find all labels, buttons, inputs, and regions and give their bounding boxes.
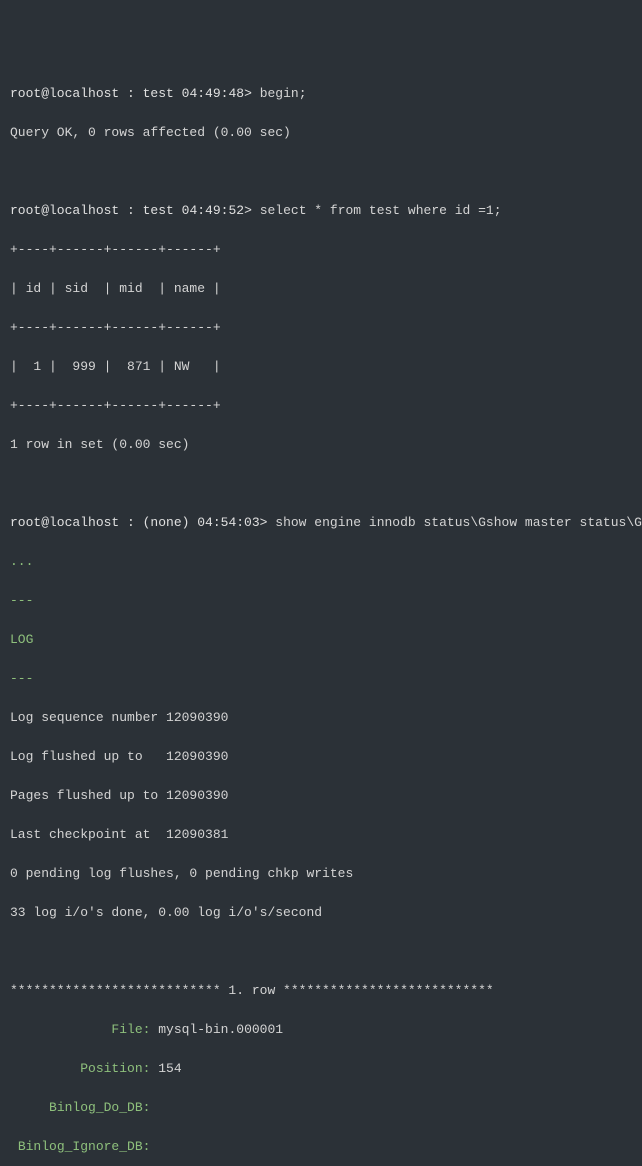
prompt: root@localhost : test 04:49:52> (10, 203, 260, 218)
log-io: 33 log i/o's done, 0.00 log i/o's/second (10, 903, 632, 923)
log-header: LOG (10, 630, 632, 650)
table-border: +----+------+------+------+ (10, 240, 632, 260)
field-label: File: (10, 1022, 150, 1037)
table-border: +----+------+------+------+ (10, 318, 632, 338)
terminal-line-status: root@localhost : (none) 04:54:03> show e… (10, 513, 632, 533)
log-dashes: --- (10, 669, 632, 689)
query-response: Query OK, 0 rows affected (0.00 sec) (10, 123, 632, 143)
log-flushed: Log flushed up to 12090390 (10, 747, 632, 767)
prompt: root@localhost : (none) 04:54:03> (10, 515, 275, 530)
master-file: File: mysql-bin.000001 (10, 1020, 632, 1040)
master-binlog-do: Binlog_Do_DB: (10, 1098, 632, 1118)
log-ellipsis: ... (10, 552, 632, 572)
field-value: 154 (158, 1061, 181, 1076)
table-header: | id | sid | mid | name | (10, 279, 632, 299)
field-value: mysql-bin.000001 (158, 1022, 283, 1037)
log-checkpoint: Last checkpoint at 12090381 (10, 825, 632, 845)
row-separator: *************************** 1. row *****… (10, 981, 632, 1001)
result-footer: 1 row in set (0.00 sec) (10, 435, 632, 455)
master-position: Position: 154 (10, 1059, 632, 1079)
log-dashes: --- (10, 591, 632, 611)
log-sequence: Log sequence number 12090390 (10, 708, 632, 728)
terminal-line-select: root@localhost : test 04:49:52> select *… (10, 201, 632, 221)
sql-command: begin; (260, 86, 307, 101)
log-pages: Pages flushed up to 12090390 (10, 786, 632, 806)
prompt: root@localhost : test 04:49:48> (10, 86, 260, 101)
field-label: Position: (10, 1061, 150, 1076)
log-pending: 0 pending log flushes, 0 pending chkp wr… (10, 864, 632, 884)
sql-command: show engine innodb status\Gshow master s… (275, 515, 642, 530)
table-row: | 1 | 999 | 871 | NW | (10, 357, 632, 377)
terminal-line-begin: root@localhost : test 04:49:48> begin; (10, 84, 632, 104)
table-border: +----+------+------+------+ (10, 396, 632, 416)
sql-command: select * from test where id =1; (260, 203, 502, 218)
master-binlog-ignore: Binlog_Ignore_DB: (10, 1137, 632, 1157)
